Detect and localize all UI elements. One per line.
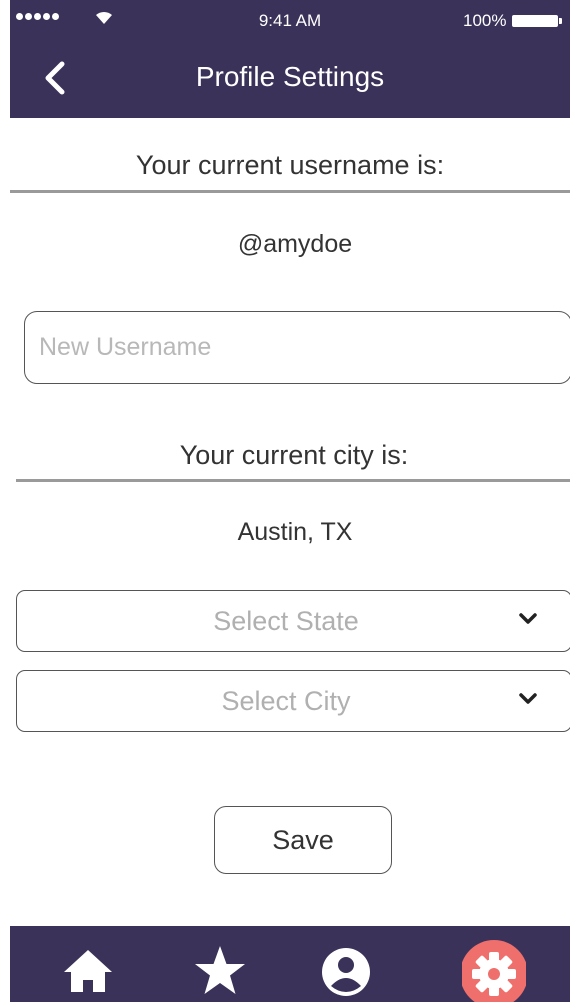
select-state-label: Select State [213,606,359,636]
gear-icon [462,940,526,1002]
current-city: Austin, TX [237,518,353,546]
select-city-label: Select City [221,686,351,716]
save-button[interactable]: Save [214,806,392,874]
nav-bar: Profile Settings [10,44,570,118]
current-username: @amydoe [237,230,353,258]
user-circle-icon [322,948,370,996]
select-state-dropdown[interactable]: Select State [16,590,570,652]
tab-favorites[interactable] [188,938,252,1002]
tab-settings[interactable] [462,938,526,1002]
city-divider [16,479,570,482]
status-bar: 9:41 AM 100% [10,0,570,44]
battery-tip [559,18,562,24]
chevron-down-icon [519,613,537,624]
new-username-input[interactable] [24,311,570,384]
tab-home[interactable] [56,938,120,1002]
home-icon [64,950,112,992]
battery-percent: 100% [463,11,507,30]
star-icon [195,946,245,994]
username-label: Your current username is: [135,150,445,180]
header: 9:41 AM 100% Profile Settings [10,0,570,118]
chevron-down-icon [519,693,537,704]
tab-bar [10,926,570,1002]
page-title: Profile Settings [195,61,385,92]
username-divider [10,190,570,193]
battery-icon [512,15,558,27]
tab-profile[interactable] [314,938,378,1002]
select-city-dropdown[interactable]: Select City [16,670,570,732]
city-label: Your current city is: [179,440,409,470]
